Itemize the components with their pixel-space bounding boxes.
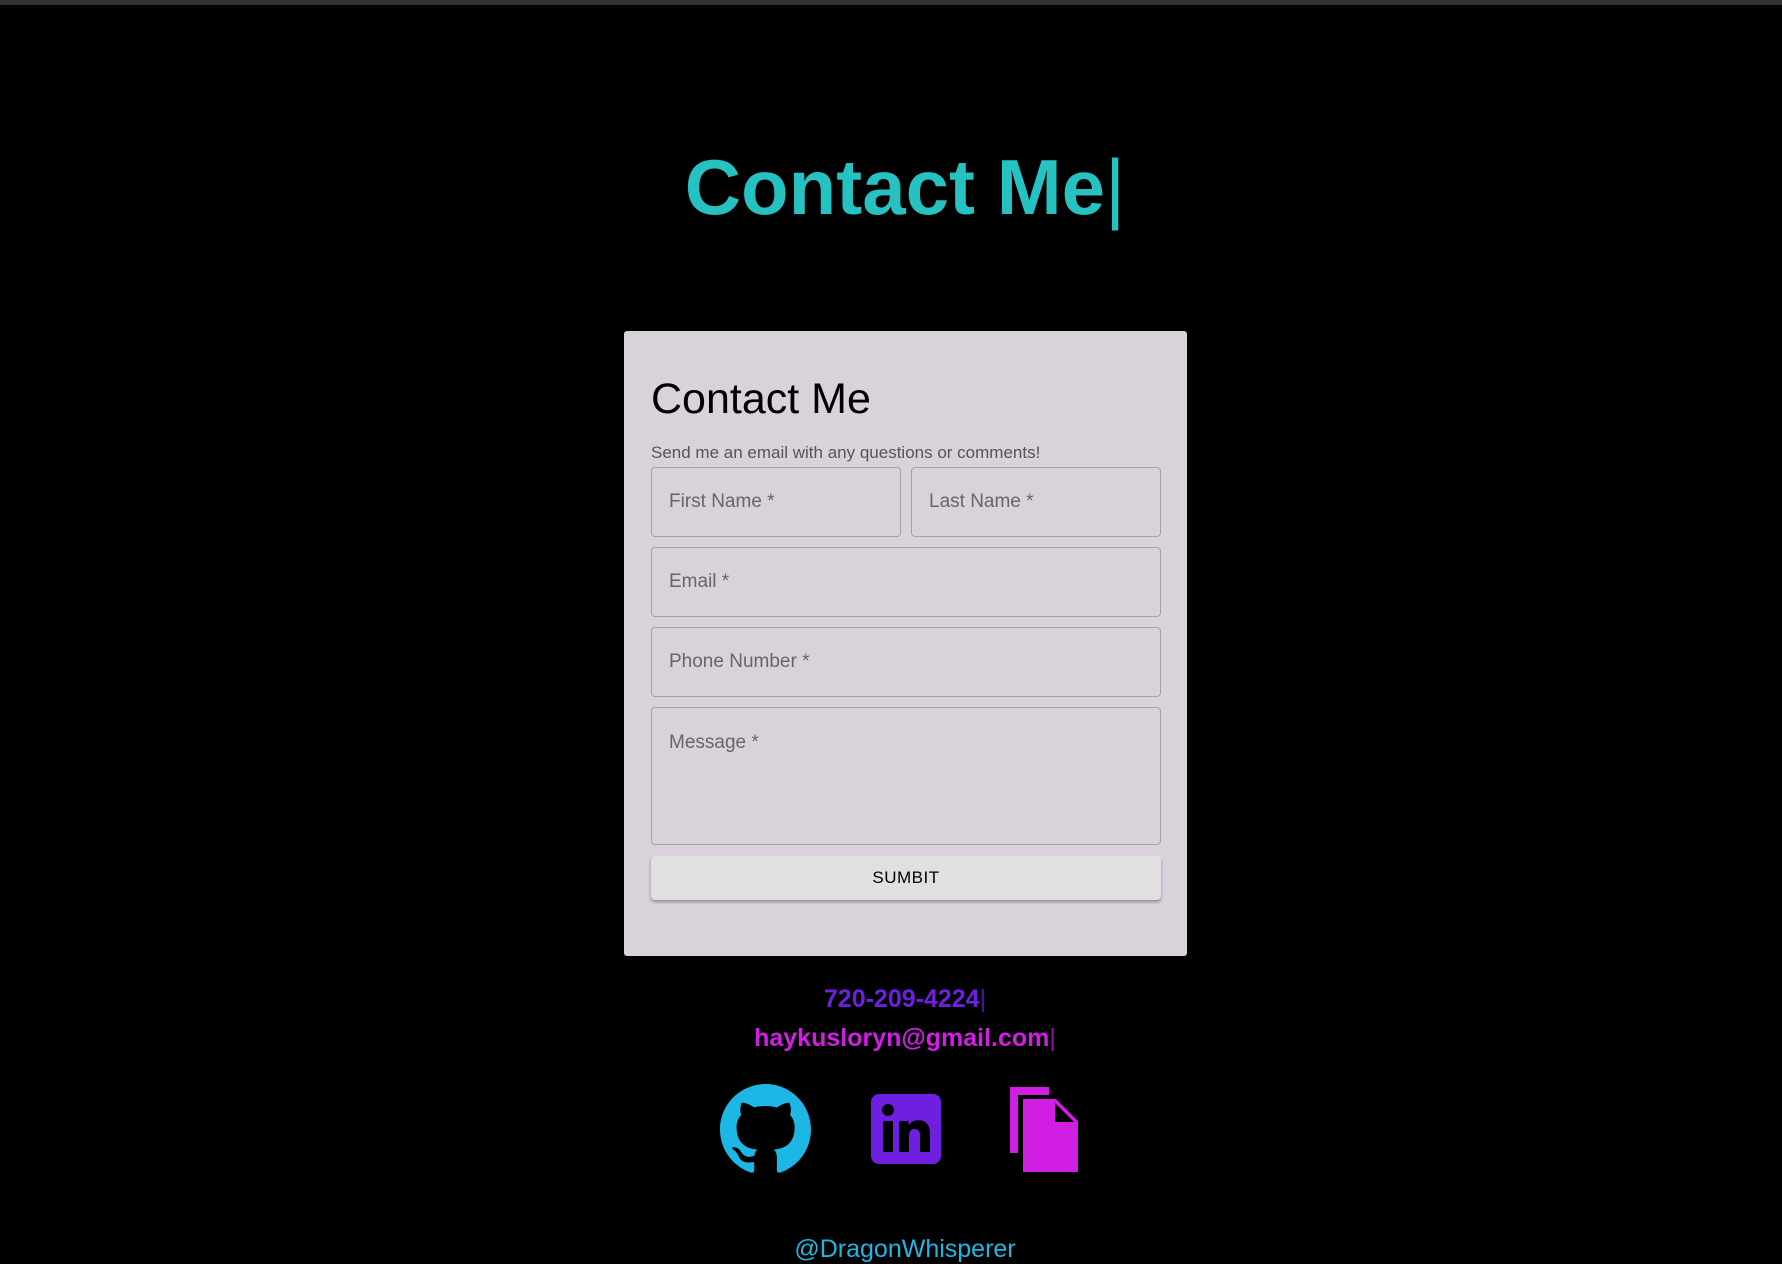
typing-cursor: | — [1105, 143, 1126, 231]
linkedin-link[interactable] — [871, 1094, 941, 1164]
email-field[interactable] — [651, 547, 1161, 617]
page-title: Contact Me| — [0, 142, 1782, 232]
phone-number-field[interactable] — [651, 627, 1161, 697]
submit-button[interactable]: SUMBIT — [651, 856, 1161, 900]
form-title: Contact Me — [651, 375, 871, 423]
form-subtitle: Send me an email with any questions or c… — [651, 443, 1041, 462]
last-name-field[interactable] — [911, 467, 1161, 537]
github-icon — [720, 1084, 811, 1173]
message-field[interactable] — [651, 707, 1161, 845]
social-handle: @DragonWhisperer — [794, 1235, 1016, 1263]
email-cursor: | — [1049, 1024, 1056, 1052]
email-link[interactable]: haykusloryn@gmail.com — [754, 1024, 1049, 1052]
resume-link[interactable] — [1006, 1087, 1081, 1172]
github-link[interactable] — [720, 1084, 811, 1175]
document-icon — [1010, 1087, 1078, 1172]
first-name-field[interactable] — [651, 467, 901, 537]
linkedin-icon — [871, 1094, 941, 1164]
phone-cursor: | — [979, 985, 987, 1013]
contact-form-card: Contact Me Send me an email with any que… — [624, 331, 1187, 956]
phone-link[interactable]: 720-209-4224 — [824, 985, 980, 1013]
email-line: haykusloryn@gmail.com| — [0, 1023, 1782, 1053]
page-title-text: Contact Me — [684, 143, 1106, 231]
phone-line: 720-209-4224| — [0, 984, 1782, 1014]
browser-top-bar — [0, 0, 1782, 5]
